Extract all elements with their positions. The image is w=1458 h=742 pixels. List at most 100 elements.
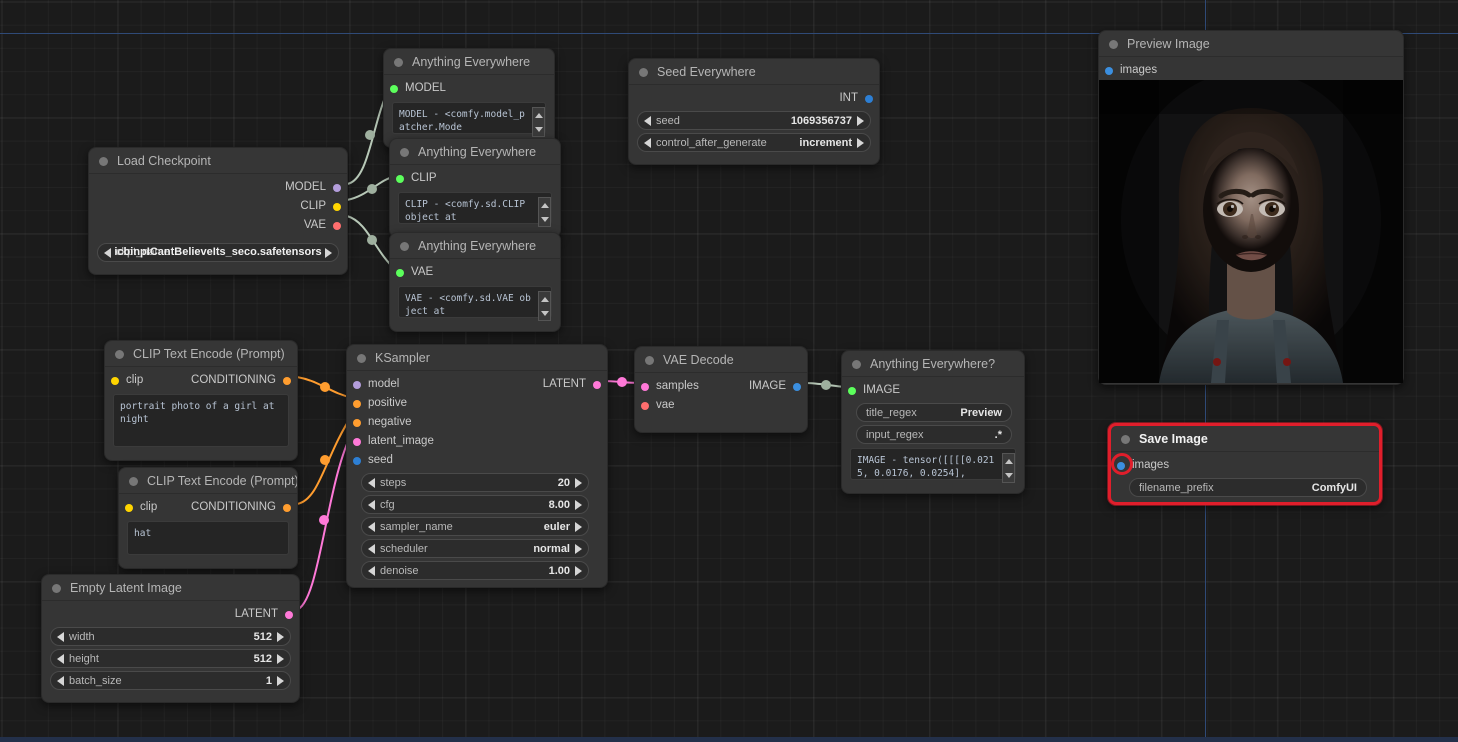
increment-arrow-icon[interactable] xyxy=(857,115,864,126)
collapse-dot-icon[interactable] xyxy=(129,477,138,486)
widget-ckpt-name[interactable]: ckpt_name icbinpICantBelieveIts_seco.saf… xyxy=(97,243,339,262)
decrement-arrow-icon[interactable] xyxy=(57,675,64,686)
port-conditioning[interactable] xyxy=(283,504,291,512)
port-image[interactable] xyxy=(848,387,856,395)
input-slot-seed[interactable]: seed xyxy=(347,451,607,470)
port-seed[interactable] xyxy=(353,457,361,465)
increment-arrow-icon[interactable] xyxy=(575,521,582,532)
spinner-up-icon[interactable] xyxy=(540,296,549,302)
widget-batch-size[interactable]: batch_size 1 xyxy=(50,671,291,690)
collapse-dot-icon[interactable] xyxy=(1109,40,1118,49)
node-seed-everywhere[interactable]: Seed Everywhere INT seed 1069356737 cont… xyxy=(628,58,880,165)
decrement-arrow-icon[interactable] xyxy=(368,521,375,532)
output-slot-model[interactable]: MODEL xyxy=(89,178,347,197)
node-title-clip-neg[interactable]: CLIP Text Encode (Prompt) xyxy=(119,468,297,494)
widget-height[interactable]: height 512 xyxy=(50,649,291,668)
input-slot-latent-image[interactable]: latent_image xyxy=(347,432,607,451)
node-vae-decode[interactable]: VAE Decode samples IMAGE vae xyxy=(634,346,808,433)
collapse-dot-icon[interactable] xyxy=(852,360,861,369)
port-clip[interactable] xyxy=(125,504,133,512)
collapse-dot-icon[interactable] xyxy=(99,157,108,166)
port-model[interactable] xyxy=(390,85,398,93)
increment-arrow-icon[interactable] xyxy=(277,631,284,642)
widget-steps[interactable]: steps 20 xyxy=(361,473,589,492)
spinner-ae-model[interactable] xyxy=(532,107,545,137)
node-empty-latent-image[interactable]: Empty Latent Image LATENT width 512 heig… xyxy=(41,574,300,703)
widget-scheduler[interactable]: scheduler normal xyxy=(361,539,589,558)
decrement-arrow-icon[interactable] xyxy=(368,499,375,510)
spinner-down-icon[interactable] xyxy=(540,310,549,316)
collapse-dot-icon[interactable] xyxy=(394,58,403,67)
increment-arrow-icon[interactable] xyxy=(325,247,332,258)
node-anything-everywhere-vae[interactable]: Anything Everywhere VAE VAE - <comfy.sd.… xyxy=(389,232,561,332)
increment-arrow-icon[interactable] xyxy=(277,653,284,664)
node-title-seed-everywhere[interactable]: Seed Everywhere xyxy=(629,59,879,85)
input-slot-vae[interactable]: VAE xyxy=(390,263,560,282)
spinner-down-icon[interactable] xyxy=(1004,472,1013,478)
collapse-dot-icon[interactable] xyxy=(357,354,366,363)
port-clip[interactable] xyxy=(111,377,119,385)
collapse-dot-icon[interactable] xyxy=(1121,435,1130,444)
increment-arrow-icon[interactable] xyxy=(575,477,582,488)
output-slot-vae[interactable]: VAE xyxy=(89,216,347,235)
decrement-arrow-icon[interactable] xyxy=(368,565,375,576)
collapse-dot-icon[interactable] xyxy=(645,356,654,365)
port-image-out[interactable] xyxy=(793,383,801,391)
node-title-clip-pos[interactable]: CLIP Text Encode (Prompt) xyxy=(105,341,297,367)
preview-image-output[interactable] xyxy=(1099,80,1403,383)
decrement-arrow-icon[interactable] xyxy=(368,543,375,554)
port-clip[interactable] xyxy=(333,203,341,211)
output-slot-int[interactable]: INT xyxy=(629,89,879,108)
node-title-vae-decode[interactable]: VAE Decode xyxy=(635,347,807,373)
node-preview-image[interactable]: Preview Image images xyxy=(1098,30,1404,385)
node-anything-everywhere-model[interactable]: Anything Everywhere MODEL MODEL - <comfy… xyxy=(383,48,555,148)
increment-arrow-icon[interactable] xyxy=(575,565,582,576)
input-slot-image[interactable]: IMAGE xyxy=(842,381,1024,400)
spinner-up-icon[interactable] xyxy=(1004,458,1013,464)
widget-filename-prefix[interactable]: filename_prefix ComfyUI xyxy=(1129,478,1367,497)
node-title-ae-clip[interactable]: Anything Everywhere xyxy=(390,139,560,165)
spinner-ae-question[interactable] xyxy=(1002,453,1015,483)
node-title-load-checkpoint[interactable]: Load Checkpoint xyxy=(89,148,347,174)
increment-arrow-icon[interactable] xyxy=(857,137,864,148)
port-vae[interactable] xyxy=(641,402,649,410)
node-save-image[interactable]: Save Image images filename_prefix ComfyU… xyxy=(1108,423,1382,505)
port-conditioning[interactable] xyxy=(283,377,291,385)
port-negative[interactable] xyxy=(353,419,361,427)
textwidget-ae-clip[interactable]: CLIP - <comfy.sd.CLIP object at xyxy=(398,192,552,224)
node-title-ae-vae[interactable]: Anything Everywhere xyxy=(390,233,560,259)
node-title-ksampler[interactable]: KSampler xyxy=(347,345,607,371)
port-images[interactable] xyxy=(1117,462,1125,470)
node-graph-canvas[interactable]: Load Checkpoint MODEL CLIP VAE ckpt_name… xyxy=(0,0,1458,742)
port-model[interactable] xyxy=(333,184,341,192)
widget-seed[interactable]: seed 1069356737 xyxy=(637,111,871,130)
collapse-dot-icon[interactable] xyxy=(400,242,409,251)
node-anything-everywhere-question[interactable]: Anything Everywhere? IMAGE title_regex P… xyxy=(841,350,1025,494)
input-slot-clip[interactable]: CLIP xyxy=(390,169,560,188)
node-title-save-image[interactable]: Save Image xyxy=(1111,426,1379,452)
textwidget-prompt-negative[interactable]: hat xyxy=(127,521,289,555)
node-title-empty-latent[interactable]: Empty Latent Image xyxy=(42,575,299,601)
widget-title-regex[interactable]: title_regex Preview xyxy=(856,403,1012,422)
increment-arrow-icon[interactable] xyxy=(277,675,284,686)
collapse-dot-icon[interactable] xyxy=(52,584,61,593)
input-slot-images[interactable]: images xyxy=(1099,61,1403,80)
increment-arrow-icon[interactable] xyxy=(575,499,582,510)
input-slot-images[interactable]: images xyxy=(1111,456,1379,475)
port-vae[interactable] xyxy=(333,222,341,230)
node-load-checkpoint[interactable]: Load Checkpoint MODEL CLIP VAE ckpt_name… xyxy=(88,147,348,275)
output-slot-latent[interactable]: LATENT xyxy=(42,605,299,624)
collapse-dot-icon[interactable] xyxy=(400,148,409,157)
port-positive[interactable] xyxy=(353,400,361,408)
widget-input-regex[interactable]: input_regex .* xyxy=(856,425,1012,444)
port-images[interactable] xyxy=(1105,67,1113,75)
spinner-up-icon[interactable] xyxy=(540,202,549,208)
port-vae[interactable] xyxy=(396,269,404,277)
textwidget-ae-model[interactable]: MODEL - <comfy.model_patcher.Mode xyxy=(392,102,546,134)
node-clip-text-encode-positive[interactable]: CLIP Text Encode (Prompt) clip CONDITION… xyxy=(104,340,298,461)
spinner-up-icon[interactable] xyxy=(534,112,543,118)
input-slot-model[interactable]: MODEL xyxy=(384,79,554,98)
node-title-ae-question[interactable]: Anything Everywhere? xyxy=(842,351,1024,377)
input-slot-vae[interactable]: vae xyxy=(635,396,807,415)
node-ksampler[interactable]: KSampler model LATENT positive negative … xyxy=(346,344,608,588)
